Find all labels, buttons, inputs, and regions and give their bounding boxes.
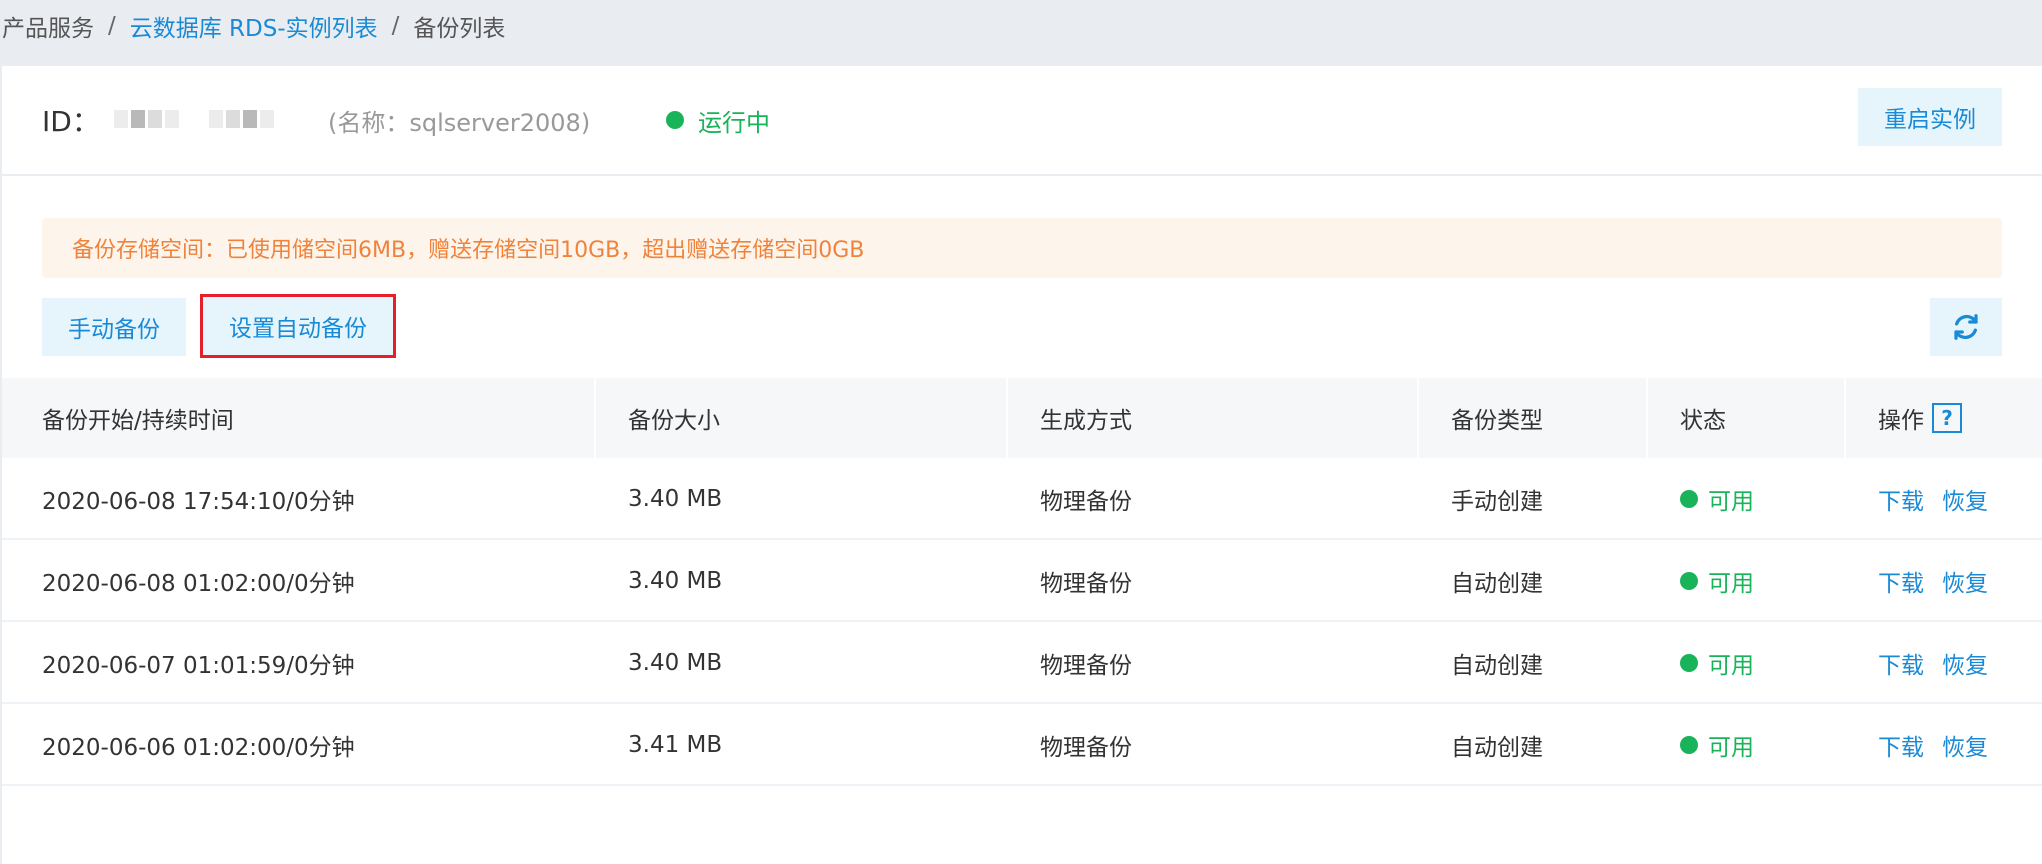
backup-status-text: 可用 — [1708, 653, 1754, 679]
column-header-time: 备份开始/持续时间 — [42, 408, 234, 434]
table-row: 2020-06-06 01:02:00/0分钟 3.41 MB 物理备份 自动创… — [2, 704, 2042, 786]
instance-status-text: 运行中 — [698, 108, 770, 137]
status-dot-icon — [1680, 654, 1698, 672]
backup-time: 2020-06-06 01:02:00/0分钟 — [42, 735, 355, 761]
refresh-button[interactable] — [1930, 298, 2002, 356]
breadcrumb-separator: / — [391, 13, 400, 39]
backup-size: 3.40 MB — [628, 650, 723, 676]
backup-size: 3.41 MB — [628, 732, 723, 758]
backup-size: 3.40 MB — [628, 486, 723, 512]
backup-table: 备份开始/持续时间 备份大小 生成方式 备份类型 状态 操作 ? 2020-06… — [2, 378, 2042, 786]
backup-time: 2020-06-07 01:01:59/0分钟 — [42, 653, 355, 679]
instance-name: (名称：sqlserver2008) — [328, 108, 591, 137]
download-link[interactable]: 下载 — [1878, 646, 1924, 680]
breadcrumb-rds-list[interactable]: 云数据库 RDS-实例列表 — [130, 9, 378, 43]
instance-status: 运行中 — [666, 103, 770, 138]
manual-backup-button[interactable]: 手动备份 — [42, 298, 186, 356]
backup-actions: 下载 恢复 — [1878, 458, 2006, 540]
backup-status-text: 可用 — [1708, 571, 1754, 597]
instance-id-masked — [114, 110, 274, 128]
breadcrumb: 产品服务 / 云数据库 RDS-实例列表 / 备份列表 — [0, 0, 2042, 52]
table-header: 备份开始/持续时间 备份大小 生成方式 备份类型 状态 操作 ? — [2, 378, 2042, 458]
backup-status: 可用 — [1680, 704, 1754, 786]
backup-type: 手动创建 — [1451, 489, 1543, 515]
table-row: 2020-06-07 01:01:59/0分钟 3.40 MB 物理备份 自动创… — [2, 622, 2042, 704]
backup-method: 物理备份 — [1040, 489, 1132, 515]
backup-actions: 下载 恢复 — [1878, 540, 2006, 622]
table-row: 2020-06-08 01:02:00/0分钟 3.40 MB 物理备份 自动创… — [2, 540, 2042, 622]
backup-type: 自动创建 — [1451, 735, 1543, 761]
instance-id-label: ID： — [42, 105, 100, 138]
breadcrumb-current: 备份列表 — [413, 16, 506, 42]
download-link[interactable]: 下载 — [1878, 728, 1924, 762]
backup-storage-notice: 备份存储空间：已使用储空间6MB，赠送存储空间10GB，超出赠送存储空间0GB — [42, 218, 2002, 278]
backup-time: 2020-06-08 01:02:00/0分钟 — [42, 571, 355, 597]
backup-type: 自动创建 — [1451, 653, 1543, 679]
backup-status-text: 可用 — [1708, 489, 1754, 515]
help-icon[interactable]: ? — [1932, 403, 1962, 433]
status-dot-icon — [1680, 572, 1698, 590]
restore-link[interactable]: 恢复 — [1942, 482, 1988, 516]
backup-actions: 下载 恢复 — [1878, 704, 2006, 786]
instance-header: ID： (名称：sqlserver2008) 运行中 重启实例 — [2, 66, 2042, 176]
restore-link[interactable]: 恢复 — [1942, 646, 1988, 680]
auto-backup-settings-button[interactable]: 设置自动备份 — [200, 294, 396, 358]
backup-panel: ID： (名称：sqlserver2008) 运行中 重启实例 备份存储空间：已… — [2, 66, 2042, 864]
status-dot-icon — [666, 111, 684, 129]
column-header-actions-label: 操作 — [1878, 408, 1924, 434]
backup-method: 物理备份 — [1040, 653, 1132, 679]
restart-instance-button[interactable]: 重启实例 — [1858, 88, 2002, 146]
backup-size: 3.40 MB — [628, 568, 723, 594]
breadcrumb-products[interactable]: 产品服务 — [2, 9, 94, 43]
download-link[interactable]: 下载 — [1878, 564, 1924, 598]
restore-link[interactable]: 恢复 — [1942, 564, 1988, 598]
column-header-size: 备份大小 — [628, 408, 720, 434]
column-header-status: 状态 — [1680, 408, 1726, 434]
backup-method: 物理备份 — [1040, 735, 1132, 761]
column-header-method: 生成方式 — [1040, 408, 1132, 434]
backup-time: 2020-06-08 17:54:10/0分钟 — [42, 489, 355, 515]
column-header-type: 备份类型 — [1451, 408, 1543, 434]
refresh-icon — [1954, 314, 1978, 340]
breadcrumb-separator: / — [108, 13, 116, 39]
backup-status: 可用 — [1680, 622, 1754, 704]
backup-status: 可用 — [1680, 458, 1754, 540]
backup-status-text: 可用 — [1708, 735, 1754, 761]
column-header-actions: 操作 ? — [1878, 378, 1962, 458]
backup-method: 物理备份 — [1040, 571, 1132, 597]
backup-actions: 下载 恢复 — [1878, 622, 2006, 704]
status-dot-icon — [1680, 490, 1698, 508]
backup-status: 可用 — [1680, 540, 1754, 622]
restore-link[interactable]: 恢复 — [1942, 728, 1988, 762]
download-link[interactable]: 下载 — [1878, 482, 1924, 516]
backup-type: 自动创建 — [1451, 571, 1543, 597]
table-row: 2020-06-08 17:54:10/0分钟 3.40 MB 物理备份 手动创… — [2, 458, 2042, 540]
status-dot-icon — [1680, 736, 1698, 754]
